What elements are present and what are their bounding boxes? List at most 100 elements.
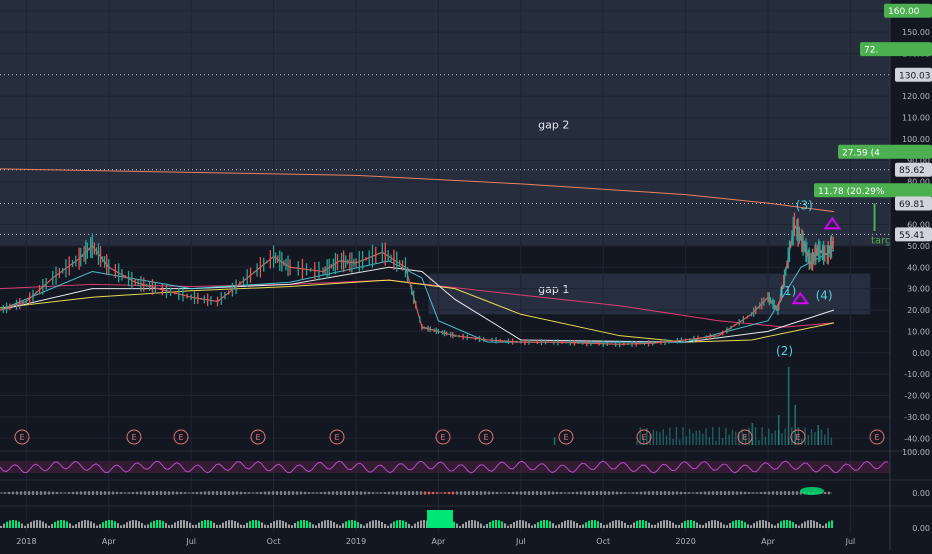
volume-osc-bar	[63, 520, 65, 528]
volume-osc-bar	[732, 521, 734, 528]
macd-bar	[696, 492, 698, 494]
volume-osc-bar	[633, 522, 635, 528]
macd-bar	[268, 491, 270, 495]
volume-bar	[731, 429, 734, 445]
chart-root: gap 2 gap 1 (1) (2) (3) (4) targ E E E E E E E E E E E E…	[0, 0, 932, 550]
volume-bar	[725, 427, 727, 445]
volume-osc-bar	[210, 521, 212, 528]
volume-osc-bar	[33, 520, 35, 528]
volume-osc-bar	[285, 522, 287, 528]
volume-osc-bar	[501, 521, 503, 528]
macd-bar	[168, 491, 170, 495]
price-chart[interactable]: gap 2 gap 1 (1) (2) (3) (4) targ E E E E E E E E E E E E…	[0, 0, 932, 550]
volume-osc-bar	[168, 525, 170, 528]
volume-bar	[768, 428, 770, 445]
earnings-marker-label: E	[742, 433, 747, 442]
x-tick-label: Apr	[102, 537, 117, 546]
macd-bar	[508, 492, 510, 494]
volume-osc-bar	[207, 520, 209, 528]
y-tick-label: 20.00	[907, 306, 930, 315]
volume-osc-bar	[0, 526, 2, 528]
macd-bar	[80, 491, 82, 495]
macd-bar	[468, 491, 470, 495]
volume-osc-bar	[639, 520, 641, 528]
volume-osc-bar	[612, 520, 614, 528]
macd-bar	[756, 492, 758, 494]
volume-osc-bar	[480, 523, 482, 528]
macd-bar	[536, 491, 538, 495]
macd-bar	[276, 491, 278, 495]
macd-bar	[720, 491, 722, 495]
macd-bar	[700, 491, 702, 495]
macd-bar	[428, 491, 430, 495]
volume-osc-bar	[816, 521, 818, 528]
macd-bar	[288, 491, 290, 495]
volume-osc-bar	[306, 520, 308, 528]
volume-bar	[820, 429, 823, 445]
volume-bar	[665, 435, 668, 445]
macd-bar	[656, 491, 658, 495]
earnings-marker-label: E	[178, 433, 183, 442]
macd-bar	[0, 492, 2, 494]
macd-bar	[780, 491, 782, 495]
volume-osc-bar	[105, 520, 107, 528]
macd-bar	[708, 491, 710, 495]
volume-osc-bar	[78, 522, 80, 528]
volume-bar	[715, 440, 717, 445]
macd-bar	[484, 491, 486, 495]
volume-bar	[764, 436, 767, 445]
earnings-marker-label: E	[334, 433, 339, 442]
volume-osc-bar	[798, 525, 800, 528]
macd-bar	[88, 491, 90, 495]
macd-bar	[680, 491, 682, 495]
macd-bar	[588, 491, 590, 495]
volume-bar	[662, 428, 664, 445]
macd-bar	[828, 491, 830, 495]
volume-bar	[761, 427, 763, 445]
macd-bar	[16, 491, 18, 495]
volume-osc-bar	[756, 521, 758, 528]
price-label-text: 85.62	[899, 166, 925, 176]
volume-osc-bar	[543, 520, 545, 528]
volume-osc-bar	[276, 520, 278, 528]
macd-bar	[204, 491, 206, 495]
volume-osc-bar	[222, 522, 224, 528]
volume-osc-bar	[348, 520, 350, 528]
volume-osc-bar	[54, 521, 56, 528]
x-tick-label: Apr	[761, 537, 776, 546]
macd-bar	[744, 491, 746, 495]
volume-osc-bar	[516, 520, 518, 528]
macd-bar	[784, 491, 786, 495]
volume-osc-bar	[114, 521, 116, 528]
volume-osc-bar	[498, 520, 500, 528]
volume-osc-bar	[129, 520, 131, 528]
volume-osc-bar	[321, 521, 323, 528]
volume-bar	[712, 427, 714, 445]
volume-osc-bar	[381, 521, 383, 528]
volume-osc-bar	[258, 520, 260, 528]
macd-bar	[240, 491, 242, 495]
macd-bar	[652, 491, 654, 495]
volume-osc-bar	[660, 521, 662, 528]
macd-bar	[316, 492, 318, 494]
volume-osc-bar	[459, 525, 461, 528]
macd-bar	[596, 491, 598, 495]
macd-hump	[800, 487, 824, 495]
volume-osc-bar	[531, 525, 533, 528]
volume-bar	[679, 439, 681, 445]
volume-osc-bar	[795, 524, 797, 528]
volume-osc-bar	[627, 524, 629, 528]
volume-osc-bar	[3, 523, 5, 528]
macd-bar	[44, 491, 46, 495]
volume-osc-bar	[456, 523, 458, 528]
macd-bar	[356, 491, 358, 495]
macd-bar	[548, 491, 550, 495]
volume-osc-bar	[630, 524, 632, 528]
macd-bar	[560, 492, 562, 494]
volume-bar	[682, 427, 684, 445]
volume-osc-bar	[153, 520, 155, 528]
volume-osc-bar	[24, 525, 26, 528]
macd-bar	[20, 491, 22, 495]
volume-bar	[688, 428, 691, 445]
volume-bar	[735, 431, 737, 445]
